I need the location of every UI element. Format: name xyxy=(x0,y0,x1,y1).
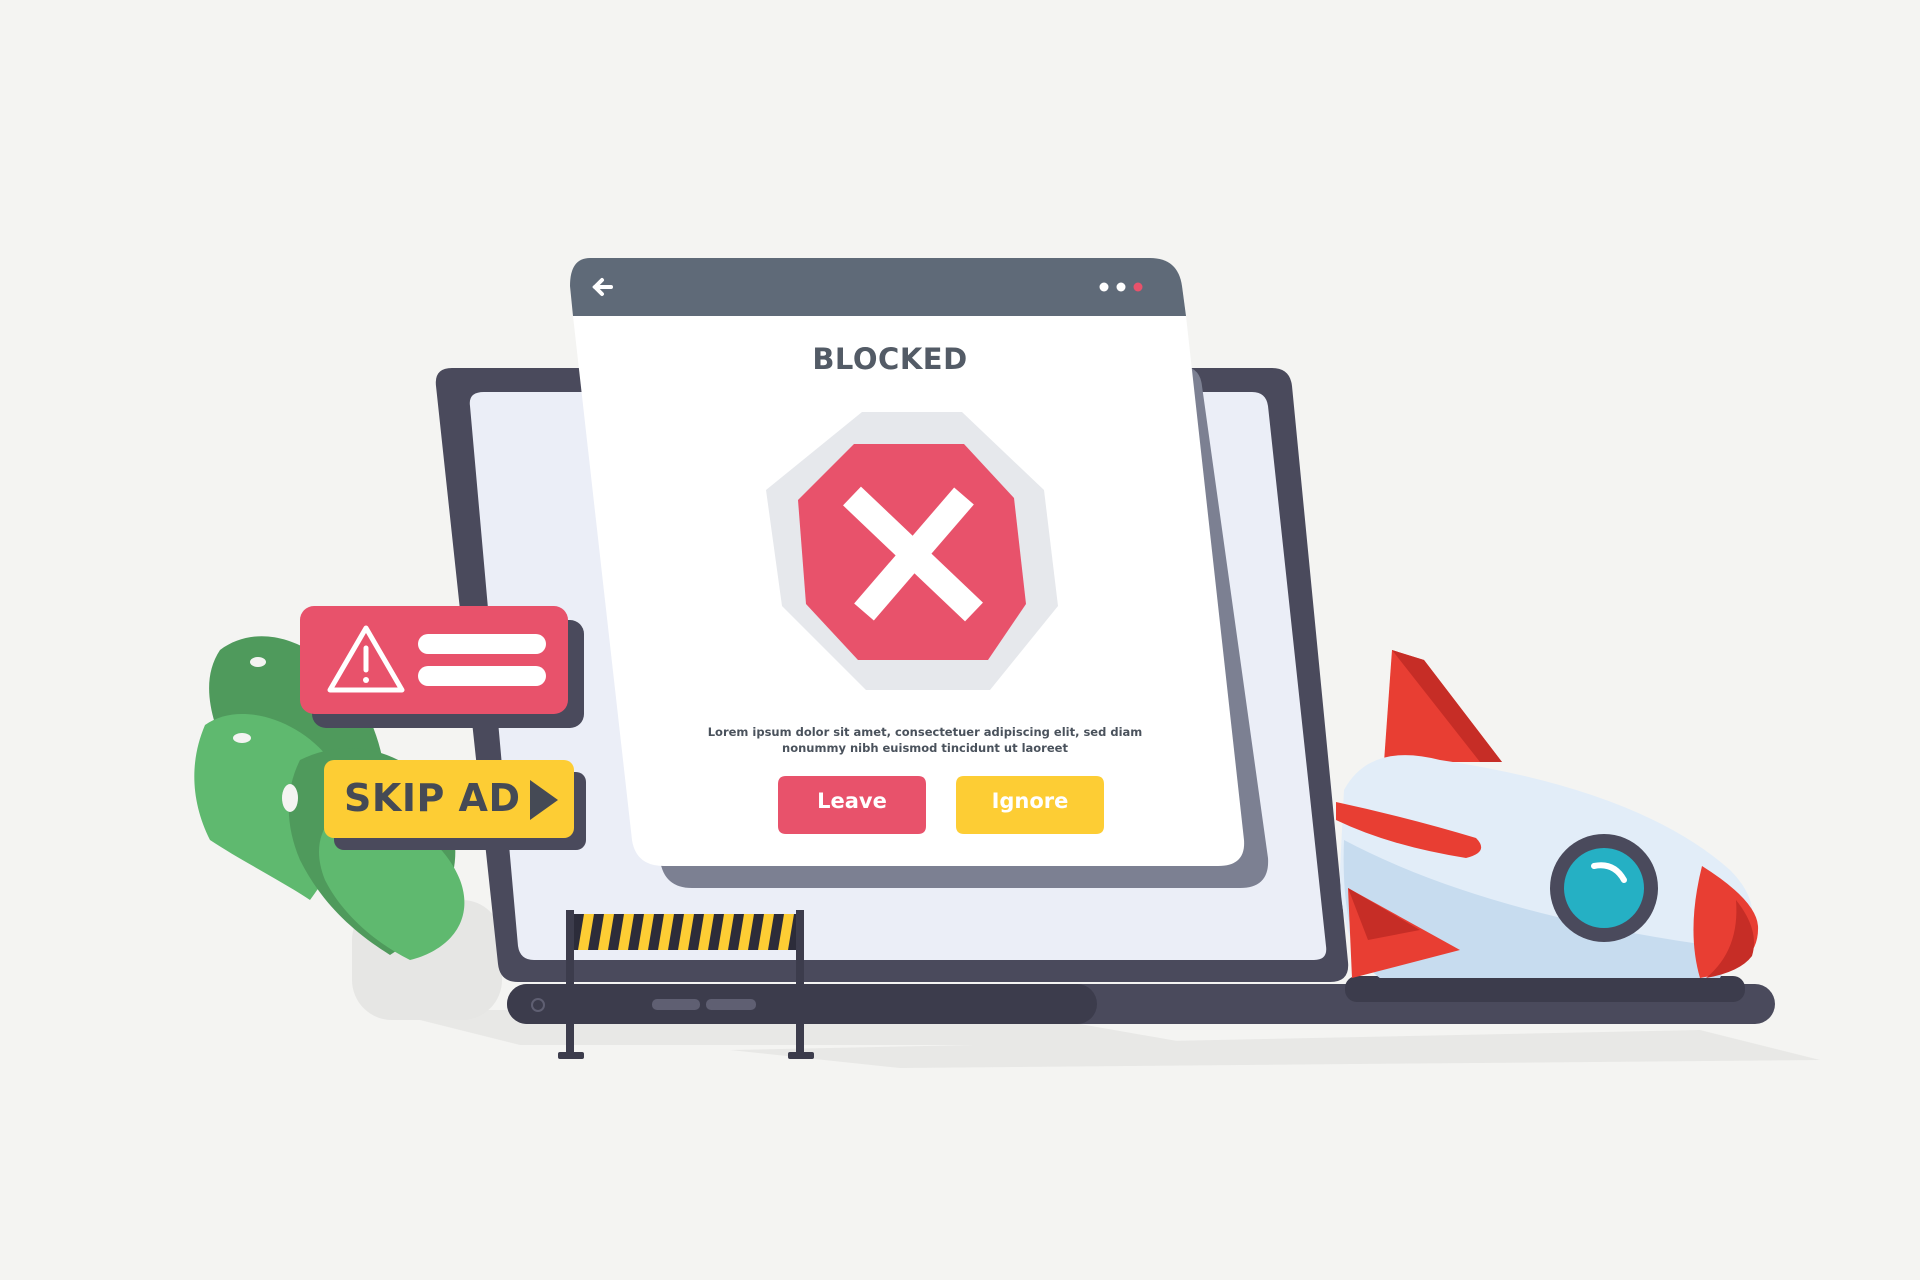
skip-ad-button[interactable] xyxy=(324,760,574,838)
dialog-message: Lorem ipsum dolor sit amet, consectetuer… xyxy=(707,725,1143,755)
illustration-scene xyxy=(194,258,1820,1068)
rocket xyxy=(1336,650,1759,978)
ignore-button[interactable] xyxy=(956,776,1104,834)
back-button[interactable] xyxy=(585,272,619,302)
alert-banner xyxy=(300,606,584,728)
menu-button[interactable] xyxy=(1094,276,1148,298)
leave-button[interactable] xyxy=(778,776,926,834)
page-title: BLOCKED xyxy=(812,342,968,376)
